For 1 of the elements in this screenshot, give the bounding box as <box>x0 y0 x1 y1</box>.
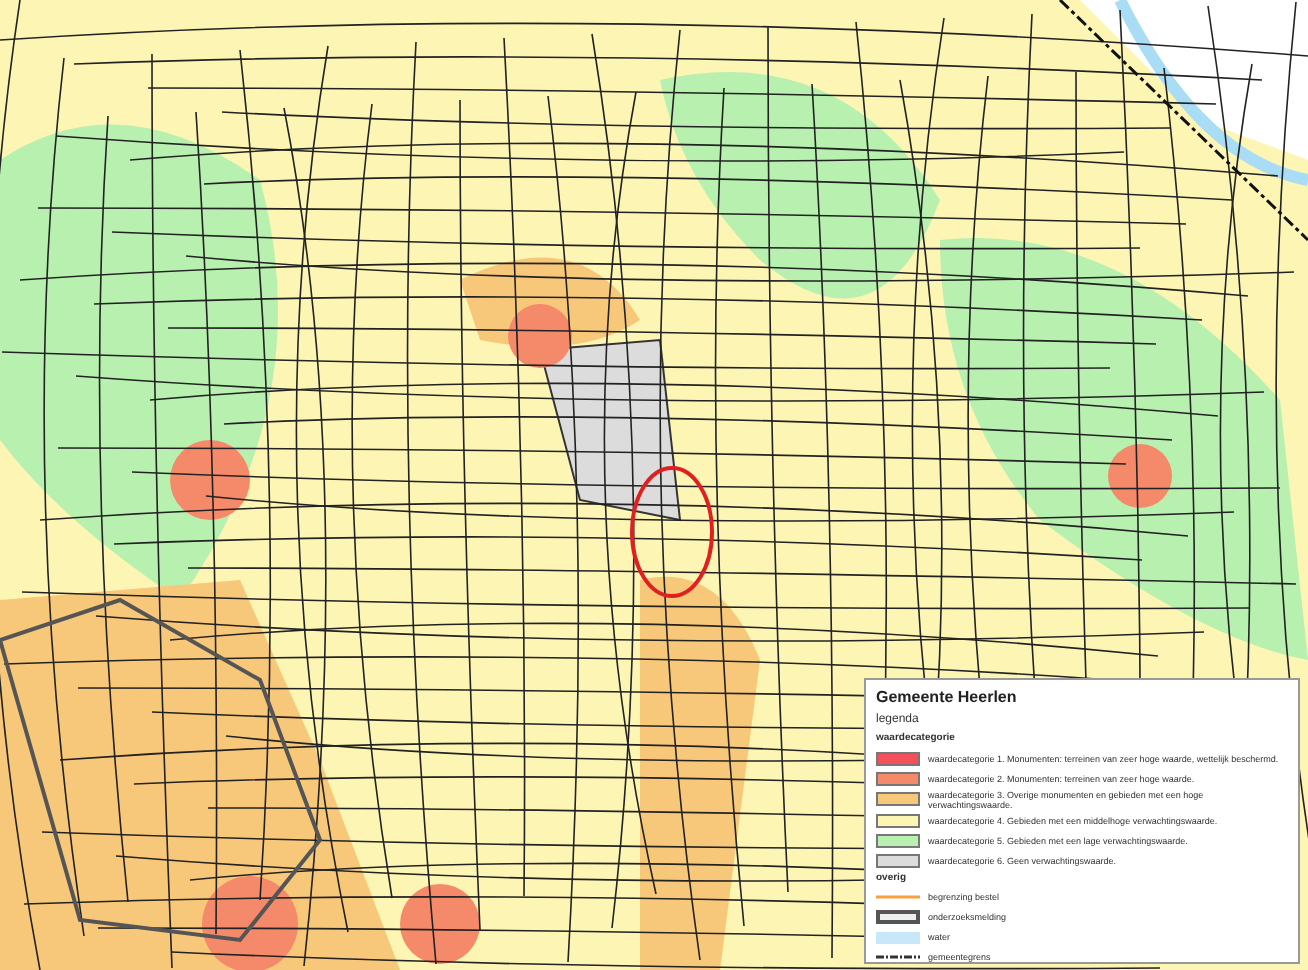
legend-title: Gemeente Heerlen <box>876 686 1019 710</box>
